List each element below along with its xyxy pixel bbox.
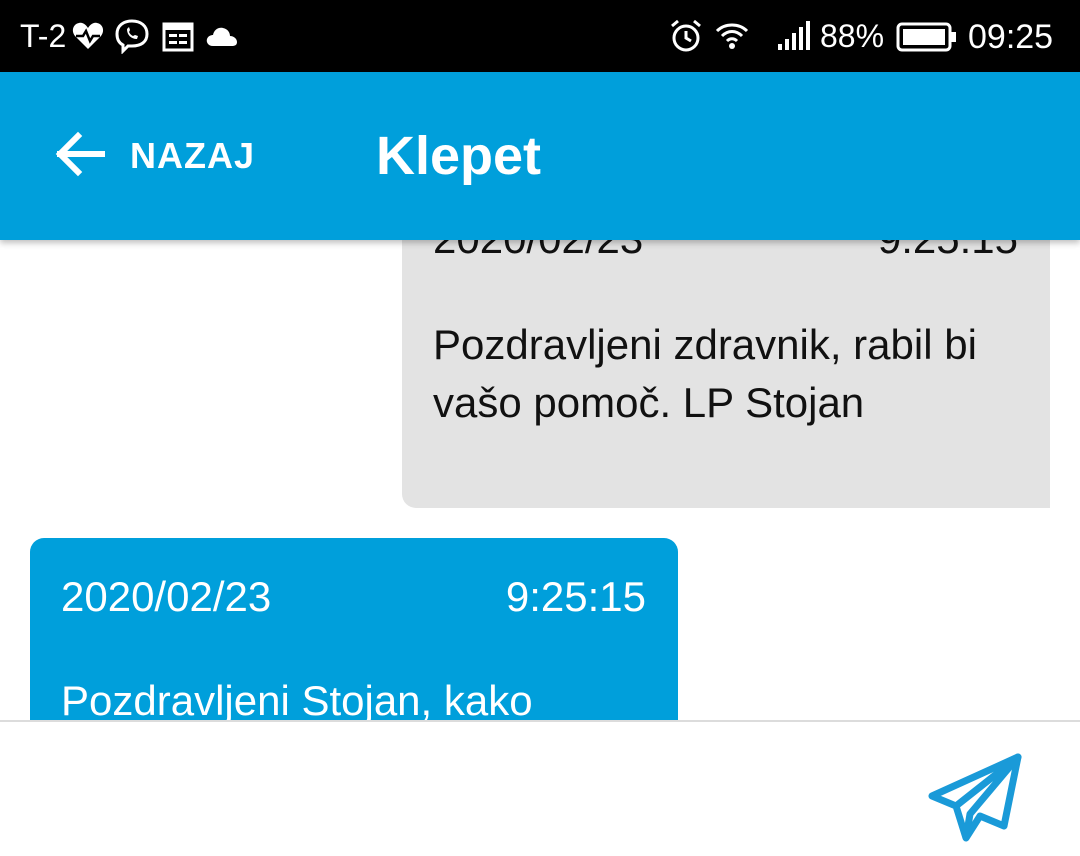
back-button[interactable]: NAZAJ xyxy=(52,124,255,188)
battery-icon xyxy=(896,18,958,54)
page-title: Klepet xyxy=(376,126,542,186)
back-label: NAZAJ xyxy=(130,135,256,176)
status-bar: T-2 88% 09:25 xyxy=(0,0,1080,72)
message-time: 9:25:15 xyxy=(878,240,1018,268)
message-date: 2020/02/23 xyxy=(61,573,272,620)
carrier-label: T-2 xyxy=(20,18,67,54)
message-text: Pozdravljeni zdravnik, rabil bi vašo pom… xyxy=(433,321,977,426)
message-list[interactable]: 2020/02/23 9:25:15 Pozdravljeni zdravnik… xyxy=(0,240,1080,720)
viber-icon xyxy=(114,18,150,55)
heart-rate-icon xyxy=(70,18,106,54)
message-time: 9:25:15 xyxy=(505,573,646,620)
app-bar: NAZAJ Klepet xyxy=(0,72,1080,240)
arrow-left-icon xyxy=(52,126,108,187)
clock-time: 09:25 xyxy=(968,18,1054,56)
send-button[interactable] xyxy=(926,752,1026,848)
message-composer xyxy=(0,720,1080,856)
message-text: Pozdravljeni Stojan, kako xyxy=(61,677,533,720)
alarm-icon xyxy=(668,18,704,54)
send-icon xyxy=(926,753,1026,852)
message-bubble-incoming: 2020/02/23 9:25:15 Pozdravljeni zdravnik… xyxy=(402,240,1050,508)
wifi-icon xyxy=(714,18,750,54)
battery-percent: 88% xyxy=(820,18,885,54)
message-date: 2020/02/23 xyxy=(433,240,643,268)
message-input[interactable] xyxy=(30,742,894,834)
signal-icon xyxy=(776,18,816,54)
cloud-icon xyxy=(204,18,240,54)
calendar-icon xyxy=(160,18,196,54)
message-bubble-outgoing: 2020/02/23 9:25:15 Pozdravljeni Stojan, … xyxy=(30,538,678,720)
